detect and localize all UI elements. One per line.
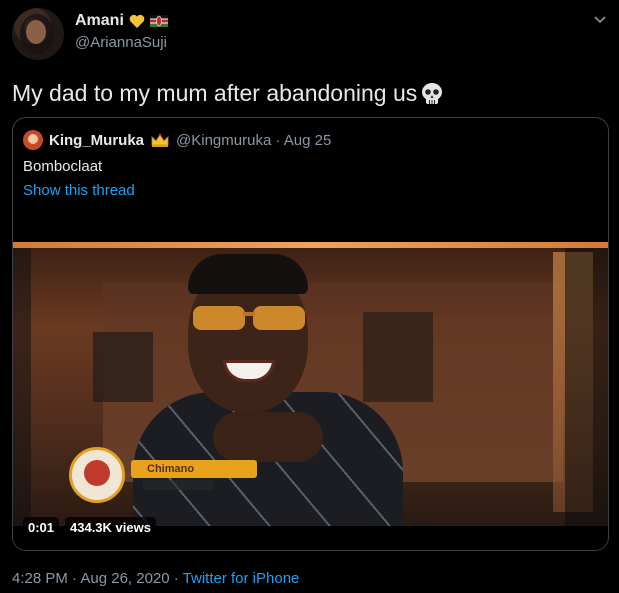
quoted-text: Bomboclaat — [23, 158, 103, 175]
quoted-display-name[interactable]: King_Muruka — [49, 132, 144, 149]
video-letterbox-left — [13, 248, 31, 526]
video-subplate — [143, 480, 213, 490]
show-thread-link[interactable]: Show this thread — [23, 182, 135, 199]
video-nameplate: Chimano — [131, 460, 257, 478]
kenya-flag-icon — [149, 15, 168, 27]
tweet-footer: 4:28 PM · Aug 26, 2020 · Twitter for iPh… — [12, 570, 299, 587]
video-player[interactable]: Chimano — [13, 242, 608, 526]
avatar-face — [26, 20, 46, 44]
display-name[interactable]: Amani — [75, 12, 124, 30]
video-person-sunglasses — [193, 306, 305, 330]
timestamp[interactable]: 4:28 PM · Aug 26, 2020 · — [12, 570, 183, 587]
video-person-hand — [213, 412, 323, 462]
video-letterbox-right — [565, 248, 608, 526]
channel-logo — [69, 447, 125, 503]
quoted-tweet[interactable]: King_Muruka @Kingmuruka · Aug 25 Bombocl… — [12, 117, 609, 551]
yellow-heart-icon — [129, 14, 145, 28]
video-background-window — [93, 332, 153, 402]
quoted-avatar[interactable] — [23, 130, 43, 150]
crown-icon — [151, 133, 169, 147]
video-person-hair — [188, 254, 308, 294]
video-duration: 0:01 — [23, 517, 60, 538]
avatar[interactable] — [12, 8, 64, 60]
quoted-header: King_Muruka @Kingmuruka · Aug 25 — [23, 130, 331, 150]
video-background-window — [363, 312, 433, 402]
video-views: 434.3K views — [65, 517, 156, 538]
handle[interactable]: @AriannaSuji — [75, 34, 167, 51]
tweet-text-row: My dad to my mum after abandoning us — [12, 80, 445, 107]
tweet-text: My dad to my mum after abandoning us — [12, 80, 418, 106]
chevron-down-icon[interactable] — [593, 12, 607, 26]
author-header: Amani — [75, 12, 168, 30]
source-link[interactable]: Twitter for iPhone — [183, 570, 300, 587]
quoted-handle-date[interactable]: @Kingmuruka · Aug 25 — [176, 132, 331, 149]
skull-icon — [422, 82, 443, 104]
